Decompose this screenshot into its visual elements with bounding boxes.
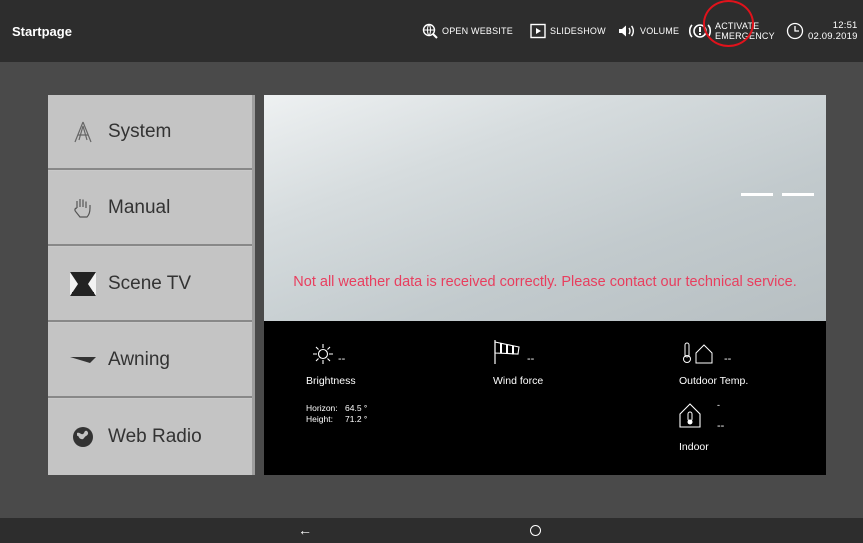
- brightness-label: Brightness: [306, 375, 356, 387]
- clock-time: 12:51: [832, 20, 858, 31]
- wind-value: --: [527, 353, 535, 365]
- clock-display: 12:51 02.09.2019: [786, 18, 858, 44]
- open-website-label: OPEN WEBSITE: [442, 26, 513, 36]
- height-value: 71.2 °: [345, 414, 368, 424]
- menu-item-label: Manual: [108, 196, 171, 218]
- horizon-label: Horizon:: [306, 403, 338, 413]
- volume-label: VOLUME: [640, 26, 680, 36]
- windsock-icon: [494, 340, 520, 364]
- open-website-button[interactable]: OPEN WEBSITE: [422, 20, 513, 42]
- clock-date: 02.09.2019: [808, 31, 858, 42]
- menu-item-awning[interactable]: Awning: [48, 323, 252, 398]
- menu-item-scene-tv[interactable]: Scene TV: [48, 247, 252, 322]
- height-label: Height:: [306, 414, 333, 424]
- menu-item-label: Web Radio: [108, 426, 202, 447]
- indoor-value-bottom: --: [717, 420, 725, 432]
- back-arrow-icon[interactable]: ←: [298, 522, 312, 538]
- home-circle-icon[interactable]: [530, 525, 541, 536]
- emergency-label-line1: ACTIVATE: [715, 21, 760, 31]
- awning-icon: [68, 345, 98, 375]
- clock-icon: [786, 22, 804, 40]
- main-menu: System Manual Scene TV Awning Web Radio: [48, 95, 255, 475]
- slideshow-label: SLIDESHOW: [550, 26, 606, 36]
- outdoor-temperature-label: Outdoor Temp.: [679, 375, 749, 387]
- weather-error-message: Not all weather data is received correct…: [293, 274, 797, 290]
- indoor-temperature-icon: [679, 403, 701, 428]
- menu-item-label: System: [108, 120, 172, 142]
- menu-item-system[interactable]: System: [48, 95, 252, 170]
- globe-search-icon: [422, 23, 438, 39]
- scene-tv-icon: [68, 269, 98, 299]
- bottom-navigation-bar: ←: [0, 518, 863, 543]
- globe-icon: [68, 422, 98, 452]
- hand-icon: [68, 193, 98, 223]
- outdoor-temperature-icon: [683, 342, 713, 364]
- menu-item-label: Scene TV: [108, 272, 192, 294]
- volume-button[interactable]: VOLUME: [618, 20, 679, 42]
- speaker-icon: [619, 25, 634, 37]
- system-a-icon: [68, 117, 98, 147]
- wind-label: Wind force: [493, 375, 544, 387]
- horizon-value: 64.5 °: [345, 403, 368, 413]
- emergency-label-line2: EMERGENCY: [715, 31, 775, 41]
- menu-item-web-radio[interactable]: Web Radio: [48, 399, 252, 475]
- temperature-dash: [782, 193, 814, 196]
- play-box-icon: [530, 23, 546, 39]
- page-title: Startpage: [12, 24, 72, 39]
- menu-item-label: Awning: [108, 348, 170, 370]
- menu-item-manual[interactable]: Manual: [48, 171, 252, 246]
- emergency-alarm-icon: [688, 24, 712, 38]
- activate-emergency-button[interactable]: ACTIVATE EMERGENCY: [688, 15, 775, 47]
- top-bar: Startpage OPEN WEBSITE SLIDESHOW VOLUME: [0, 0, 863, 62]
- weather-sky-display: Not all weather data is received correct…: [264, 95, 826, 321]
- temperature-dash: [741, 193, 773, 196]
- slideshow-button[interactable]: SLIDESHOW: [530, 20, 606, 42]
- indoor-value-top: -: [717, 400, 720, 410]
- sun-icon: [313, 344, 333, 364]
- outdoor-temperature-value: --: [724, 353, 732, 365]
- weather-panel: Not all weather data is received correct…: [264, 95, 826, 475]
- brightness-value: --: [338, 353, 346, 365]
- indoor-label: Indoor: [679, 441, 709, 453]
